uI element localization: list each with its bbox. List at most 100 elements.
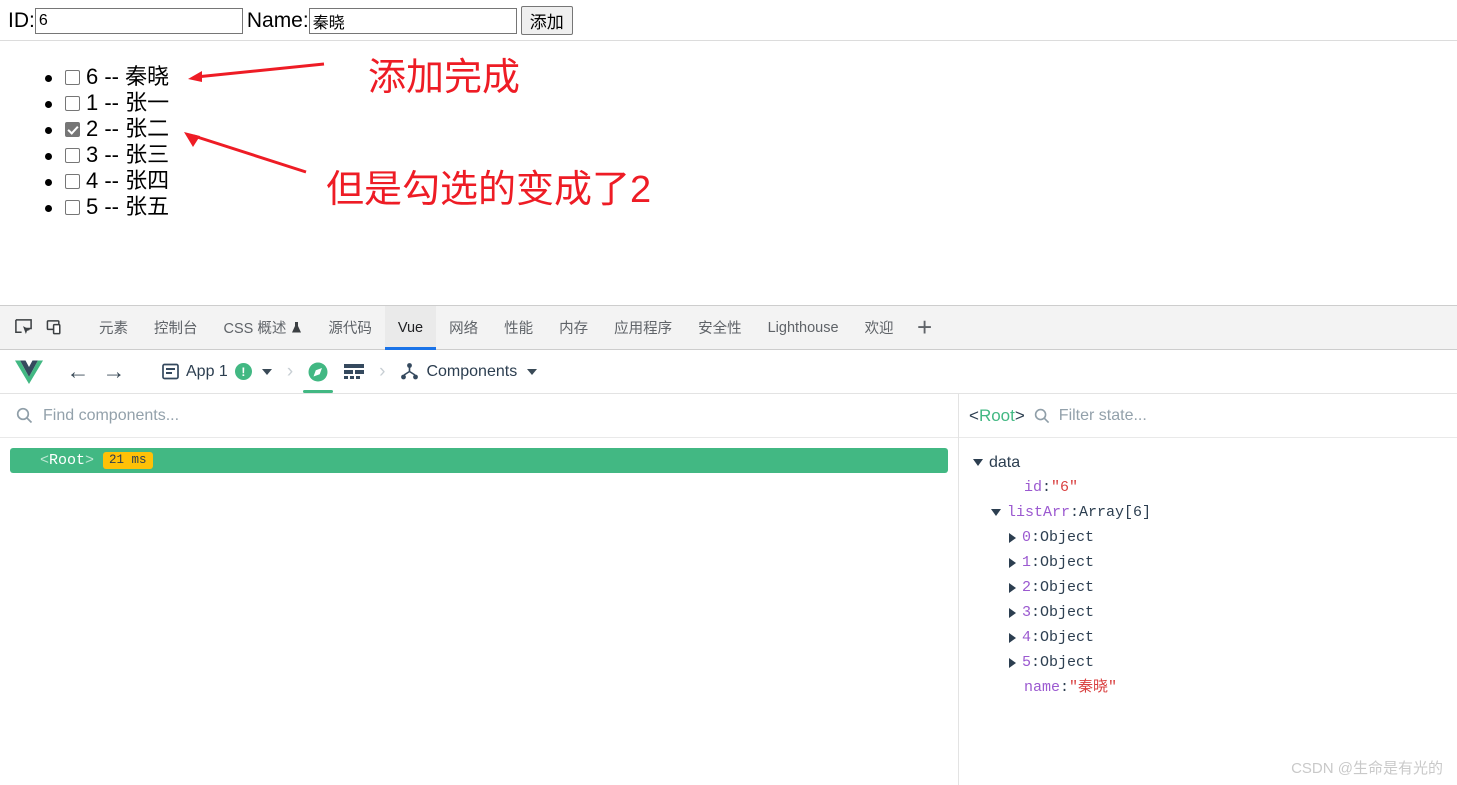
annotation-arrow-bottom (184, 132, 307, 174)
state-row[interactable]: 1 : Object (959, 550, 1457, 575)
chevron-right-icon (1009, 632, 1016, 643)
tab-performance[interactable]: 性能 (491, 306, 546, 350)
state-value: Object (1040, 629, 1095, 646)
id-input[interactable] (34, 7, 243, 34)
state-separator: : (1070, 504, 1080, 521)
name-input[interactable] (308, 7, 517, 34)
add-record-form: ID: Name: 添加 (8, 6, 573, 35)
devtools-panel: 元素 控制台 CSS 概述 源代码 Vue 网络 性能 内存 应用程序 安全性 … (0, 305, 1457, 785)
device-toolbar-icon[interactable] (40, 313, 70, 343)
chevron-down-icon (973, 459, 983, 466)
list-item: 5 -- 张五 (65, 194, 169, 220)
state-value: Object (1040, 654, 1095, 671)
filter-search-icon (1034, 408, 1050, 424)
state-separator: : (1031, 654, 1041, 671)
tab-label: 性能 (504, 321, 534, 337)
item-checkbox[interactable] (65, 95, 80, 111)
flask-icon (292, 322, 302, 333)
state-separator: : (1031, 604, 1041, 621)
state-row[interactable]: 5 : Object (959, 650, 1457, 675)
horizontal-rule (0, 40, 1457, 41)
tab-memory[interactable]: 内存 (546, 306, 601, 350)
chevron-down-icon (261, 368, 272, 375)
state-header: <Root> Filter state... (959, 394, 1457, 438)
chevron-right-icon (1009, 582, 1016, 593)
view-selector-label: Components (426, 362, 518, 380)
component-tree: <Root> 21 ms (0, 438, 958, 473)
state-value: Object (1040, 604, 1095, 621)
item-checkbox[interactable] (65, 173, 80, 189)
state-key: name (1024, 679, 1061, 696)
tab-label: 欢迎 (864, 321, 894, 337)
item-label: 3 -- 张三 (86, 142, 170, 167)
chevron-down-icon (991, 509, 1001, 516)
item-label: 6 -- 秦晓 (86, 64, 170, 89)
state-value: Object (1040, 579, 1095, 596)
tab-elements[interactable]: 元素 (86, 306, 141, 350)
item-label: 1 -- 张一 (86, 90, 170, 115)
list-item: 1 -- 张一 (65, 90, 169, 116)
state-row[interactable]: 0 : Object (959, 525, 1457, 550)
item-label: 5 -- 张五 (86, 194, 170, 219)
tab-lighthouse[interactable]: Lighthouse (755, 306, 852, 350)
app-selector-label: App 1 (186, 362, 228, 380)
tab-vue[interactable]: Vue (384, 305, 437, 350)
add-button[interactable]: 添加 (520, 6, 573, 35)
state-row[interactable]: 4 : Object (959, 625, 1457, 650)
back-arrow-icon[interactable]: ← (60, 357, 96, 387)
tab-label: 控制台 (154, 321, 198, 337)
timeline-tab-icon[interactable] (336, 351, 372, 393)
web-page-area: ID: Name: 添加 6 -- 秦晓 1 -- 张一 2 -- 张二 3 - (0, 0, 1457, 305)
state-row[interactable]: listArr : Array[6] (959, 500, 1457, 525)
item-checkbox[interactable] (65, 69, 80, 85)
tab-application[interactable]: 应用程序 (601, 306, 685, 350)
find-components-row[interactable]: Find components... (0, 394, 958, 438)
state-key: 0 (1022, 529, 1032, 546)
name-label: Name: (246, 9, 309, 32)
item-checkbox[interactable] (65, 121, 80, 137)
tab-network[interactable]: 网络 (436, 306, 491, 350)
vue-logo-icon (15, 360, 43, 384)
tab-label: 应用程序 (614, 321, 673, 337)
state-value: Object (1040, 554, 1095, 571)
state-key: 1 (1022, 554, 1032, 571)
tab-console[interactable]: 控制台 (141, 306, 211, 350)
tab-label: CSS 概述 (223, 321, 287, 337)
state-section-label: data (989, 454, 1021, 471)
chevron-right-icon (1009, 607, 1016, 618)
tab-sources[interactable]: 源代码 (315, 306, 385, 350)
state-key: listArr (1007, 504, 1071, 521)
tab-security[interactable]: 安全性 (685, 306, 755, 350)
state-tree: data id : "6" listArr : Array[6] 0: Obj… (959, 438, 1457, 700)
state-separator: : (1042, 479, 1052, 496)
state-row: name : "秦晓" (959, 675, 1457, 700)
tab-label: Vue (397, 319, 424, 336)
vue-panel-body: Find components... <Root> 21 ms <Root> F… (0, 394, 1457, 785)
devtools-tabbar: 元素 控制台 CSS 概述 源代码 Vue 网络 性能 内存 应用程序 安全性 … (0, 305, 1457, 350)
tab-css-overview[interactable]: CSS 概述 (211, 306, 316, 350)
breadcrumb-separator-icon: › (286, 360, 294, 382)
tab-welcome[interactable]: 欢迎 (852, 306, 907, 350)
chevron-right-icon (1009, 657, 1016, 668)
forward-arrow-icon[interactable]: → (96, 357, 132, 387)
state-section-data[interactable]: data (959, 450, 1457, 475)
tab-label: 安全性 (698, 321, 742, 337)
state-row[interactable]: 3 : Object (959, 600, 1457, 625)
state-row[interactable]: 2 : Object (959, 575, 1457, 600)
state-separator: : (1060, 679, 1070, 696)
list-item: 3 -- 张三 (65, 142, 169, 168)
app-selector[interactable]: App 1 ! (154, 363, 280, 381)
item-checkbox[interactable] (65, 147, 80, 163)
inspector-tab-icon[interactable] (300, 351, 336, 393)
tab-label: 元素 (99, 321, 128, 337)
tree-node-root[interactable]: <Root> 21 ms (10, 448, 948, 473)
inspect-element-icon[interactable] (8, 313, 38, 343)
view-selector[interactable]: Components (392, 362, 545, 381)
item-checkbox[interactable] (65, 199, 80, 215)
chevron-down-icon (527, 368, 538, 375)
screenshot-root: ID: Name: 添加 6 -- 秦晓 1 -- 张一 2 -- 张二 3 - (0, 0, 1457, 785)
more-tabs-icon[interactable]: + (907, 306, 943, 350)
chevron-right-icon (1009, 557, 1016, 568)
state-key: 5 (1022, 654, 1032, 671)
find-components-placeholder: Find components... (43, 406, 180, 424)
